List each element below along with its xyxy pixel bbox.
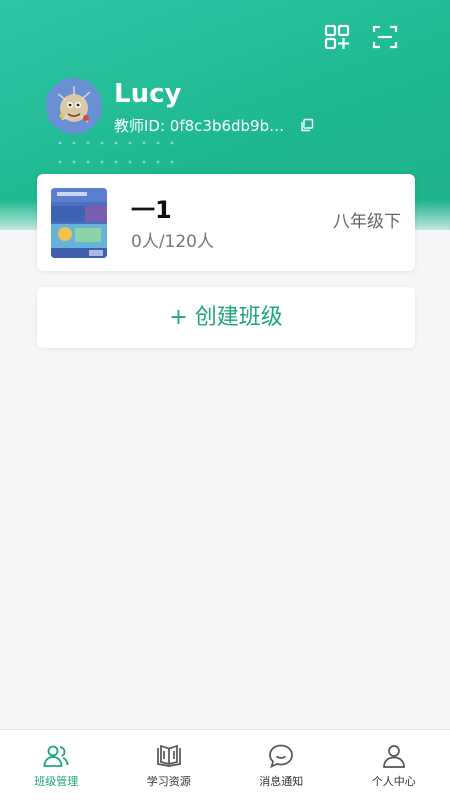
decorative-dots [58, 140, 188, 168]
qr-add-icon[interactable] [322, 22, 352, 52]
tab-notifications[interactable]: 消息通知 [225, 730, 338, 800]
tab-label: 消息通知 [259, 775, 304, 788]
copy-icon[interactable] [299, 117, 315, 133]
class-name: 一1 [131, 196, 172, 224]
create-class-button[interactable]: + 创建班级 [37, 287, 415, 348]
chat-icon [267, 742, 295, 770]
class-grade: 八年级下 [333, 212, 401, 232]
username: Lucy [114, 79, 182, 109]
class-student-count: 0人/120人 [131, 232, 214, 252]
tab-label: 个人中心 [371, 775, 416, 788]
scan-icon[interactable] [370, 22, 400, 52]
class-card[interactable]: 一1 0人/120人 八年级下 [37, 174, 415, 271]
tab-personal-center[interactable]: 个人中心 [338, 730, 450, 800]
teacher-id: 教师ID: 0f8c3b6db9b… [114, 117, 285, 135]
tab-class-management[interactable]: 班级管理 [0, 730, 113, 800]
person-icon [380, 742, 408, 770]
tab-learning-resources[interactable]: 学习资源 [113, 730, 226, 800]
page: Lucy 教师ID: 0f8c3b6db9b… 一1 0人/120人 八年级下 … [0, 0, 450, 800]
people-icon [42, 742, 70, 770]
class-cover-image [51, 188, 107, 258]
tab-label: 班级管理 [34, 775, 79, 788]
book-icon [155, 742, 183, 770]
bottom-tab-bar: 班级管理 学习资源 消息通知 个人中心 [0, 729, 450, 800]
tab-label: 学习资源 [146, 775, 191, 788]
avatar[interactable] [46, 78, 102, 134]
